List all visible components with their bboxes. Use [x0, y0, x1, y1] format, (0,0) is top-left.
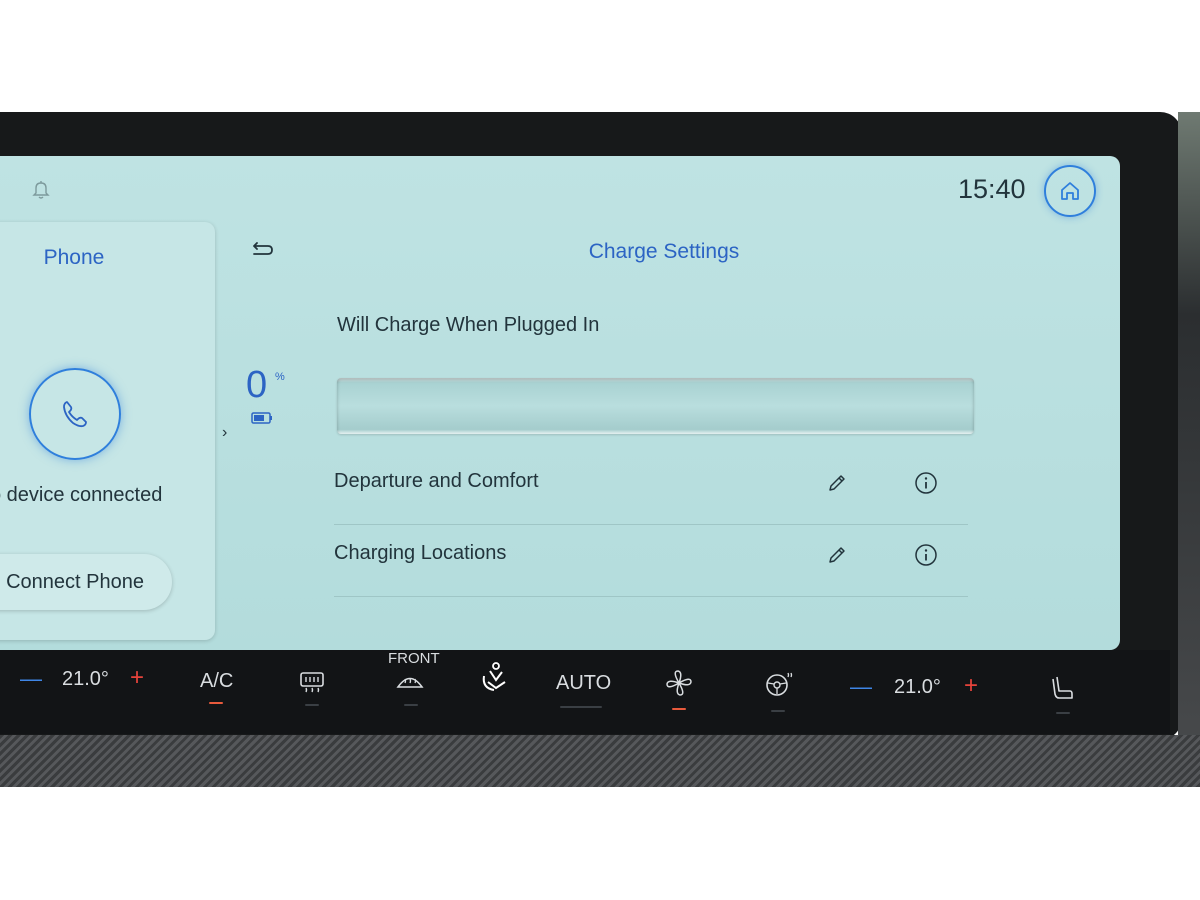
- background-edge: [1178, 112, 1200, 787]
- ac-indicator: [209, 702, 223, 704]
- auto-indicator: [560, 706, 602, 708]
- call-button[interactable]: [29, 368, 121, 460]
- departure-comfort-row[interactable]: Departure and Comfort: [334, 454, 968, 525]
- charge-status-text: Will Charge When Plugged In: [337, 314, 600, 336]
- seat-heat-indicator: [1056, 712, 1070, 714]
- left-temperature: 21.0°: [62, 668, 109, 690]
- pencil-icon[interactable]: [826, 544, 848, 566]
- climate-bar: — 21.0° + A/C FRONT AUTO — 21.0° +: [0, 650, 1170, 734]
- right-temperature: 21.0°: [894, 676, 941, 698]
- right-temp-up-button[interactable]: +: [964, 672, 978, 700]
- battery-percent: 0: [246, 364, 268, 406]
- connect-phone-button[interactable]: Connect Phone: [0, 554, 172, 610]
- front-defrost-indicator: [404, 704, 418, 706]
- auto-climate-button[interactable]: AUTO: [556, 672, 611, 695]
- left-temp-down-button[interactable]: —: [20, 666, 42, 692]
- home-button[interactable]: [1044, 165, 1096, 217]
- phone-icon: [63, 401, 87, 428]
- battery-percent-unit: %: [275, 371, 285, 383]
- info-icon[interactable]: [914, 471, 938, 495]
- rear-defrost-icon[interactable]: [298, 670, 326, 694]
- info-icon[interactable]: [914, 543, 938, 567]
- rear-defrost-indicator: [305, 704, 319, 706]
- departure-comfort-label: Departure and Comfort: [334, 470, 539, 492]
- touchscreen: 15:40 Phone o device connected Connect P…: [0, 156, 1120, 650]
- air-recirculation-icon[interactable]: [478, 658, 514, 694]
- charging-locations-row[interactable]: Charging Locations: [334, 526, 968, 597]
- page-title: Charge Settings: [588, 240, 740, 263]
- fan-indicator: [672, 708, 686, 710]
- charge-progress-bar: [337, 378, 974, 434]
- battery-icon: [251, 412, 272, 424]
- heated-seat-icon[interactable]: [1050, 674, 1076, 702]
- clock: 15:40: [958, 174, 1026, 204]
- fan-icon[interactable]: [664, 668, 694, 698]
- ac-button[interactable]: A/C: [200, 670, 233, 693]
- phone-card-title: Phone: [43, 246, 105, 269]
- left-temp-up-button[interactable]: +: [130, 664, 144, 692]
- home-icon: [1061, 182, 1079, 200]
- dashboard-trim: [0, 735, 1200, 787]
- heated-steering-wheel-icon[interactable]: [764, 670, 794, 698]
- front-defrost-label: FRONT: [388, 650, 440, 667]
- right-temp-down-button[interactable]: —: [850, 674, 872, 700]
- steering-heat-indicator: [771, 710, 785, 712]
- bell-icon[interactable]: [30, 178, 52, 200]
- back-arrow-icon[interactable]: [250, 240, 276, 260]
- phone-status-text: o device connected: [0, 484, 163, 506]
- expand-chevron-icon[interactable]: ›: [222, 424, 227, 442]
- connect-phone-label: Connect Phone: [6, 570, 144, 593]
- pencil-icon[interactable]: [826, 472, 848, 494]
- front-defrost-icon[interactable]: [395, 672, 425, 692]
- charging-locations-label: Charging Locations: [334, 542, 507, 564]
